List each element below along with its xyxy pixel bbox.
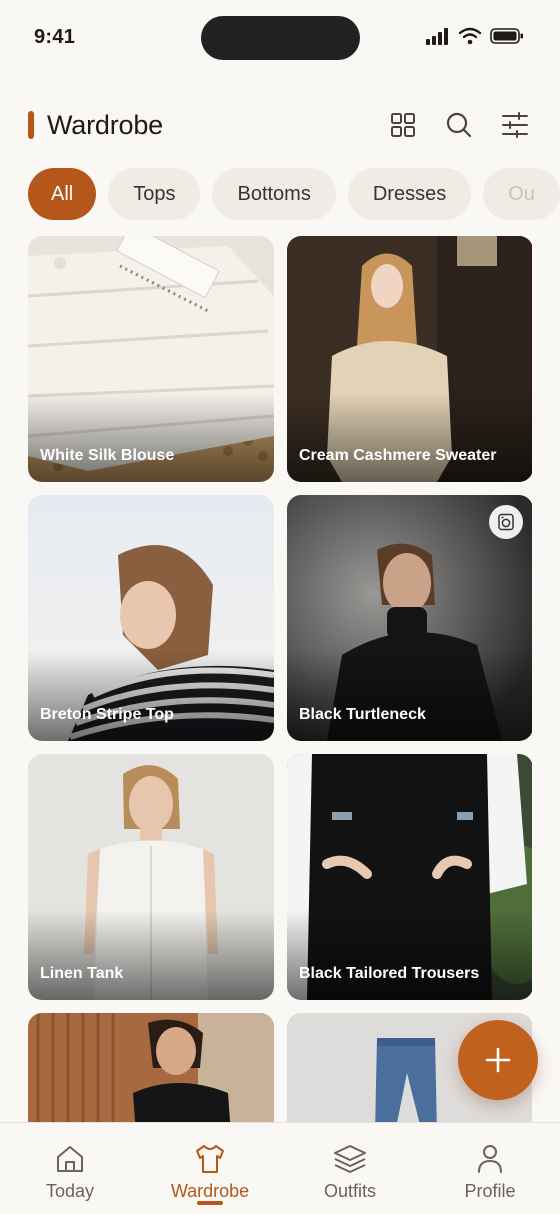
item-label: Linen Tank	[40, 965, 124, 982]
add-item-button[interactable]	[458, 1020, 538, 1100]
shirt-icon	[196, 1145, 224, 1173]
plus-icon	[485, 1047, 511, 1073]
item-label: Black Tailored Trousers	[299, 965, 480, 982]
nav-item-profile[interactable]: Profile	[420, 1123, 560, 1214]
bottom-navigation: Today Wardrobe Outfits Profile	[0, 1122, 560, 1214]
dynamic-island	[201, 16, 360, 60]
page-title: Wardrobe	[47, 109, 163, 140]
signal-icon	[426, 28, 448, 45]
item-label: Cream Cashmere Sweater	[299, 447, 497, 464]
chip-all[interactable]: All	[28, 168, 97, 220]
header-actions	[386, 108, 532, 142]
wardrobe-card-black-top[interactable]	[28, 1013, 274, 1122]
wardrobe-card-black-tailored-trousers[interactable]: Black Tailored Trousers	[287, 754, 532, 1000]
status-bar: 9:41	[0, 0, 560, 80]
wardrobe-grid: White Silk Blouse Cream Cashmere Sweater	[28, 236, 532, 1122]
wardrobe-card-linen-tank[interactable]: Linen Tank	[28, 754, 274, 1000]
chip-tops[interactable]: Tops	[108, 168, 201, 220]
wardrobe-card-cream-cashmere-sweater[interactable]: Cream Cashmere Sweater	[287, 236, 532, 482]
item-label: Black Turtleneck	[299, 706, 426, 723]
search-icon	[446, 112, 472, 138]
sliders-icon	[502, 112, 528, 138]
status-time: 9:41	[34, 26, 76, 48]
title-accent-bar	[28, 111, 34, 139]
search-button[interactable]	[442, 108, 476, 142]
label-gradient	[28, 392, 274, 482]
washing-machine-icon	[498, 513, 514, 531]
grid-icon	[391, 113, 415, 137]
nav-item-outfits[interactable]: Outfits	[280, 1123, 420, 1214]
wardrobe-card-white-silk-blouse[interactable]: White Silk Blouse	[28, 236, 274, 482]
label-gradient	[28, 651, 274, 741]
nav-label-today: Today	[45, 1181, 95, 1201]
label-gradient	[287, 910, 532, 1000]
label-gradient	[28, 910, 274, 1000]
home-icon	[57, 1146, 83, 1172]
header: Wardrobe	[28, 100, 532, 150]
chip-bottoms[interactable]: Bottoms	[212, 168, 336, 220]
wardrobe-card-black-turtleneck[interactable]: Black Turtleneck	[287, 495, 532, 741]
laundry-status-badge[interactable]	[489, 505, 523, 539]
nav-label-wardrobe: Wardrobe	[170, 1181, 250, 1201]
status-icons	[426, 27, 524, 45]
grid-view-button[interactable]	[386, 108, 420, 142]
nav-item-wardrobe[interactable]: Wardrobe	[140, 1123, 280, 1214]
user-icon	[478, 1145, 502, 1173]
category-filter-chips: All Tops Bottoms Dresses Ou	[28, 168, 560, 220]
nav-label-profile: Profile	[464, 1181, 516, 1201]
nav-label-outfits: Outfits	[323, 1181, 376, 1201]
item-label: Breton Stripe Top	[40, 706, 174, 723]
active-tab-indicator	[197, 1201, 223, 1205]
wifi-icon	[458, 27, 482, 45]
item-label: White Silk Blouse	[40, 447, 175, 464]
item-photo	[28, 1013, 274, 1122]
wardrobe-card-breton-stripe-top[interactable]: Breton Stripe Top	[28, 495, 274, 741]
battery-icon	[490, 28, 523, 44]
nav-item-today[interactable]: Today	[0, 1123, 140, 1214]
layers-icon	[334, 1145, 366, 1173]
chip-outerwear-truncated[interactable]: Ou	[483, 168, 560, 220]
label-gradient	[287, 392, 532, 482]
label-gradient	[287, 651, 532, 741]
chip-dresses[interactable]: Dresses	[347, 168, 472, 220]
filter-button[interactable]	[498, 108, 532, 142]
